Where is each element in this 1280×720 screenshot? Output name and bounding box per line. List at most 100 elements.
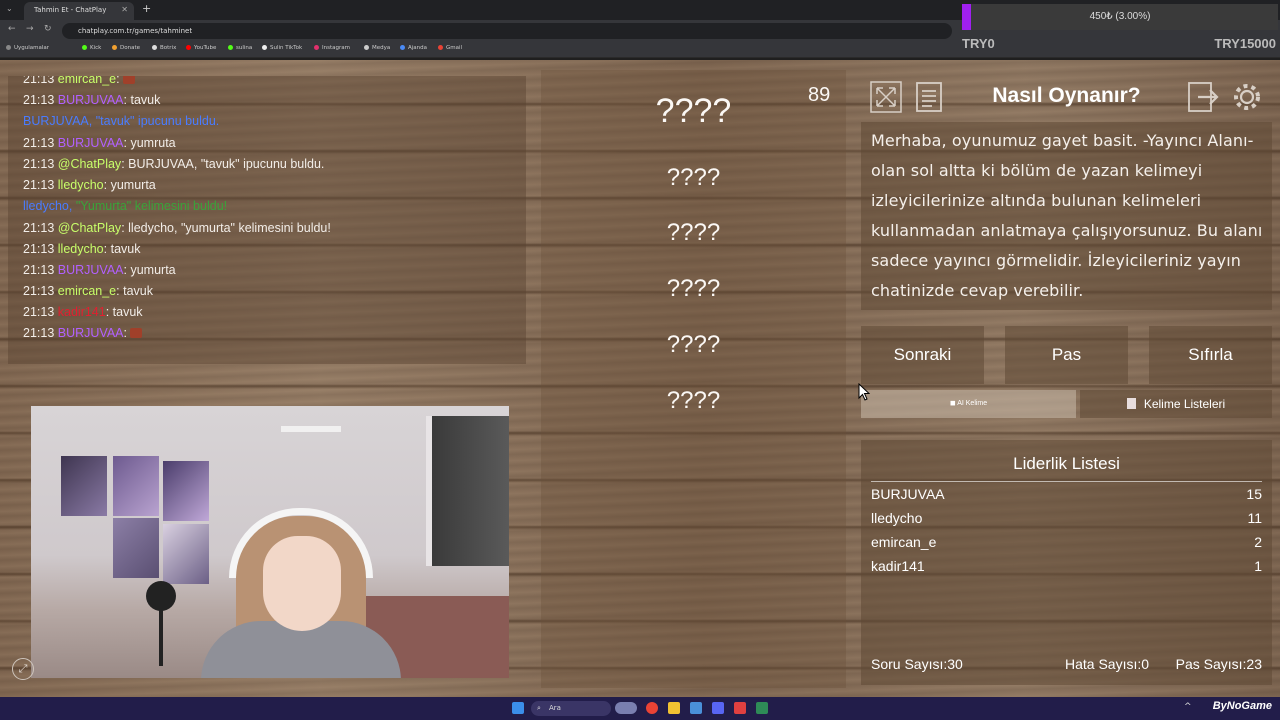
- webcam-poster: [113, 518, 159, 578]
- windows-taskbar: ⌕ Ara ^ ByNoGame: [0, 697, 1280, 720]
- taskbar-search[interactable]: ⌕ Ara: [531, 701, 611, 716]
- chat-username: lledycho,: [23, 199, 76, 213]
- bookmark-instagram[interactable]: Instagram: [314, 45, 350, 51]
- chat-message: lledycho, "yumurta" kelimesini buldu!: [128, 221, 331, 235]
- bookmark-medya[interactable]: Medya: [364, 45, 390, 51]
- chat-line: 21:13 emircan_e:: [23, 76, 136, 86]
- chat-time: 21:13: [23, 284, 55, 298]
- address-bar[interactable]: chatplay.com.tr/games/tahminet: [62, 23, 952, 39]
- app-icon[interactable]: [734, 702, 746, 714]
- word-lists-label: Kelime Listeleri: [1143, 397, 1226, 411]
- ai-word-label: AI Kelime: [957, 400, 988, 407]
- webcam-shelf: [281, 426, 341, 432]
- chat-time: 21:13: [23, 93, 55, 107]
- leaderboard: Liderlik Listesi BURJUVAA 15 lledycho 11 e…: [861, 440, 1272, 685]
- bookmark-label: Medya: [372, 45, 391, 51]
- expand-icon[interactable]: ⤢: [12, 658, 34, 680]
- chat-username: emircan_e: [57, 76, 117, 86]
- leaderboard-name: lledycho: [871, 510, 923, 526]
- bookmark-label: Uygulamalar: [14, 45, 50, 51]
- discord-icon[interactable]: [712, 702, 724, 714]
- leaderboard-score: 15: [1246, 486, 1262, 502]
- exit-icon[interactable]: [1186, 80, 1220, 114]
- tab-title: Tahmin Et - ChatPlay: [34, 6, 107, 14]
- bookmark-label: YouTube: [194, 45, 217, 51]
- bookmark-label: sulina: [236, 45, 253, 51]
- chat-username: lledycho: [57, 242, 104, 256]
- chat-line: 21:13 BURJUVAA: tavuk: [23, 93, 161, 107]
- chat-line: 21:13 @ChatPlay: lledycho, "yumurta" kel…: [23, 221, 331, 235]
- leaderboard-row: lledycho 11: [871, 510, 1262, 530]
- leaderboard-score: 1: [1254, 558, 1262, 574]
- widgets-icon[interactable]: [615, 702, 637, 714]
- windows-start-icon[interactable]: [512, 702, 524, 714]
- bookmark-apps[interactable]: Uygulamalar: [6, 45, 49, 51]
- chat-line: 21:13 kadir141: tavuk: [23, 305, 143, 319]
- chat-message: tavuk: [130, 93, 161, 107]
- chat-time: 21:13: [23, 242, 55, 256]
- tab-close-icon[interactable]: ✕: [121, 2, 128, 18]
- bookmark-tiktok[interactable]: Sulin TikTok: [262, 45, 302, 51]
- forbidden-word: ????: [666, 164, 721, 191]
- list-icon: [1126, 398, 1136, 409]
- chat-message: yumurta: [130, 263, 176, 277]
- chat-line: 21:13 lledycho: tavuk: [23, 242, 141, 256]
- emote-icon: [123, 76, 136, 84]
- chat-message: tavuk: [110, 242, 141, 256]
- ai-word-button[interactable]: ◼ AI Kelime: [861, 390, 1076, 418]
- chat-system-line: lledycho, "Yumurta" kelimesini buldu!: [23, 199, 227, 213]
- chat-username: @ChatPlay: [57, 157, 122, 171]
- taskbar-search-label: Ara: [549, 704, 561, 712]
- bookmark-label: Sulin TikTok: [270, 45, 303, 51]
- bookmark-kick[interactable]: Kick: [82, 45, 101, 51]
- chat-time: 21:13: [23, 305, 55, 319]
- bookmark-donate[interactable]: Donate: [112, 45, 140, 51]
- leaderboard-row: kadir141 1: [871, 558, 1262, 578]
- chat-system-line: BURJUVAA, "tavuk" ipucunu buldu.: [23, 114, 219, 128]
- browser-tab[interactable]: Tahmin Et - ChatPlay ✕: [24, 2, 134, 20]
- bookmark-gmail[interactable]: Gmail: [438, 45, 462, 51]
- chat-message: "Yumurta" kelimesini buldu!: [75, 199, 228, 213]
- mouse-cursor-icon: [858, 383, 870, 401]
- chat-time: 21:13: [23, 263, 55, 277]
- bookmark-sulina[interactable]: sulina: [228, 45, 252, 51]
- back-icon[interactable]: ←: [8, 24, 16, 34]
- webcam-window: [426, 416, 509, 566]
- bookmark-ajanda[interactable]: Ajanda: [400, 45, 427, 51]
- leaderboard-score: 2: [1254, 534, 1262, 550]
- pass-button[interactable]: Pas: [1005, 326, 1128, 384]
- settings-gear-icon[interactable]: [1230, 80, 1264, 114]
- chat-username: BURJUVAA: [57, 93, 124, 107]
- chat-time: 21:13: [23, 157, 55, 171]
- leaderboard-title: Liderlik Listesi: [1013, 454, 1120, 473]
- next-button[interactable]: Sonraki: [861, 326, 984, 384]
- tab-list-icon[interactable]: ⌄: [6, 4, 13, 13]
- forward-icon[interactable]: →: [26, 24, 34, 34]
- webcam-poster: [163, 524, 209, 584]
- forbidden-word: ????: [666, 331, 721, 358]
- chat-username: BURJUVAA,: [23, 114, 96, 128]
- bookmark-youtube[interactable]: YouTube: [186, 45, 216, 51]
- word-lists-button[interactable]: Kelime Listeleri: [1080, 390, 1272, 418]
- chat-time: 21:13: [23, 76, 55, 86]
- bookmark-label: Botrix: [160, 45, 177, 51]
- emote-icon: [130, 328, 143, 338]
- chrome-icon[interactable]: [646, 702, 658, 714]
- leaderboard-divider: [871, 481, 1262, 482]
- chat-username: BURJUVAA: [57, 263, 124, 277]
- forbidden-word: ????: [666, 219, 721, 246]
- chat-message: tavuk: [123, 284, 153, 298]
- chat-line: 21:13 BURJUVAA: yumruta: [23, 136, 176, 150]
- bookmark-botrix[interactable]: Botrix: [152, 45, 176, 51]
- file-explorer-icon[interactable]: [668, 702, 680, 714]
- reset-button[interactable]: Sıfırla: [1149, 326, 1272, 384]
- search-icon: ⌕: [537, 704, 541, 712]
- reload-icon[interactable]: ↻: [44, 24, 52, 34]
- bookmark-label: Kick: [90, 45, 102, 51]
- new-tab-icon[interactable]: +: [142, 2, 151, 15]
- round-timer: 89: [808, 84, 831, 106]
- app-icon[interactable]: [756, 702, 768, 714]
- app-icon[interactable]: [690, 702, 702, 714]
- tray-chevron-icon[interactable]: ^: [1184, 702, 1192, 712]
- chat-time: 21:13: [23, 136, 55, 150]
